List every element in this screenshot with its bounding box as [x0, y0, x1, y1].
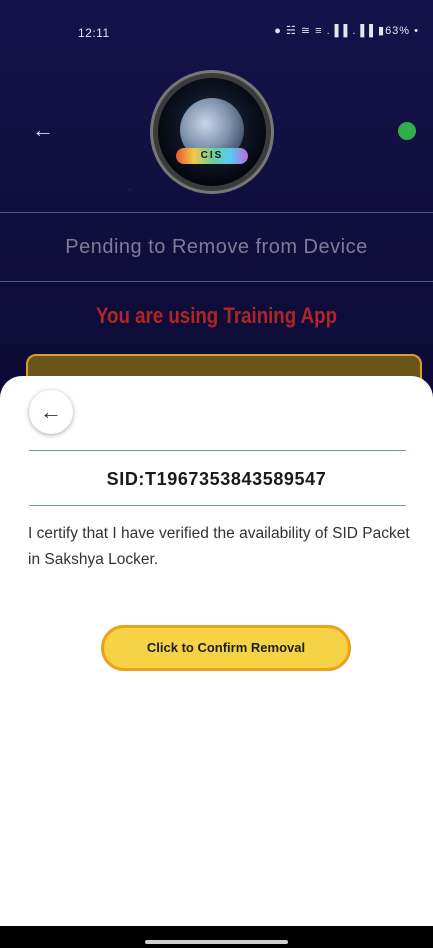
logo-text: CIS: [176, 148, 248, 164]
divider: [0, 281, 433, 282]
home-indicator[interactable]: [145, 940, 288, 944]
arrow-left-icon: ←: [40, 399, 62, 424]
divider: [0, 212, 433, 213]
status-dot-icon: [398, 122, 416, 140]
status-icons: ● ☵ ≅ ≡ .▐▐ .▐▐ ▮63% •: [274, 25, 419, 37]
confirm-removal-button[interactable]: Click to Confirm Removal: [101, 625, 351, 671]
bottom-sheet: ← SID:T1967353843589547 I certify that I…: [0, 376, 433, 926]
certification-text: I certify that I have verified the avail…: [28, 525, 410, 568]
arrow-left-icon[interactable]: ←: [32, 118, 56, 142]
divider: [29, 450, 406, 451]
sid-label: SID:T1967353843589547: [106, 469, 327, 489]
status-time: 12:11: [78, 26, 110, 40]
divider: [29, 505, 406, 506]
training-notice: You are using Training App: [95, 303, 338, 328]
sheet-back-button[interactable]: ←: [29, 390, 73, 434]
page-title: Pending to Remove from Device: [65, 236, 368, 258]
app-logo: CIS: [158, 78, 266, 186]
status-bar: 12:11 ● ☵ ≅ ≡ .▐▐ .▐▐ ▮63% •: [0, 0, 433, 60]
app-screen: 12:11 ● ☵ ≅ ≡ .▐▐ .▐▐ ▮63% • ← CIS Pendi…: [0, 0, 433, 948]
navigation-bar: [0, 926, 433, 948]
